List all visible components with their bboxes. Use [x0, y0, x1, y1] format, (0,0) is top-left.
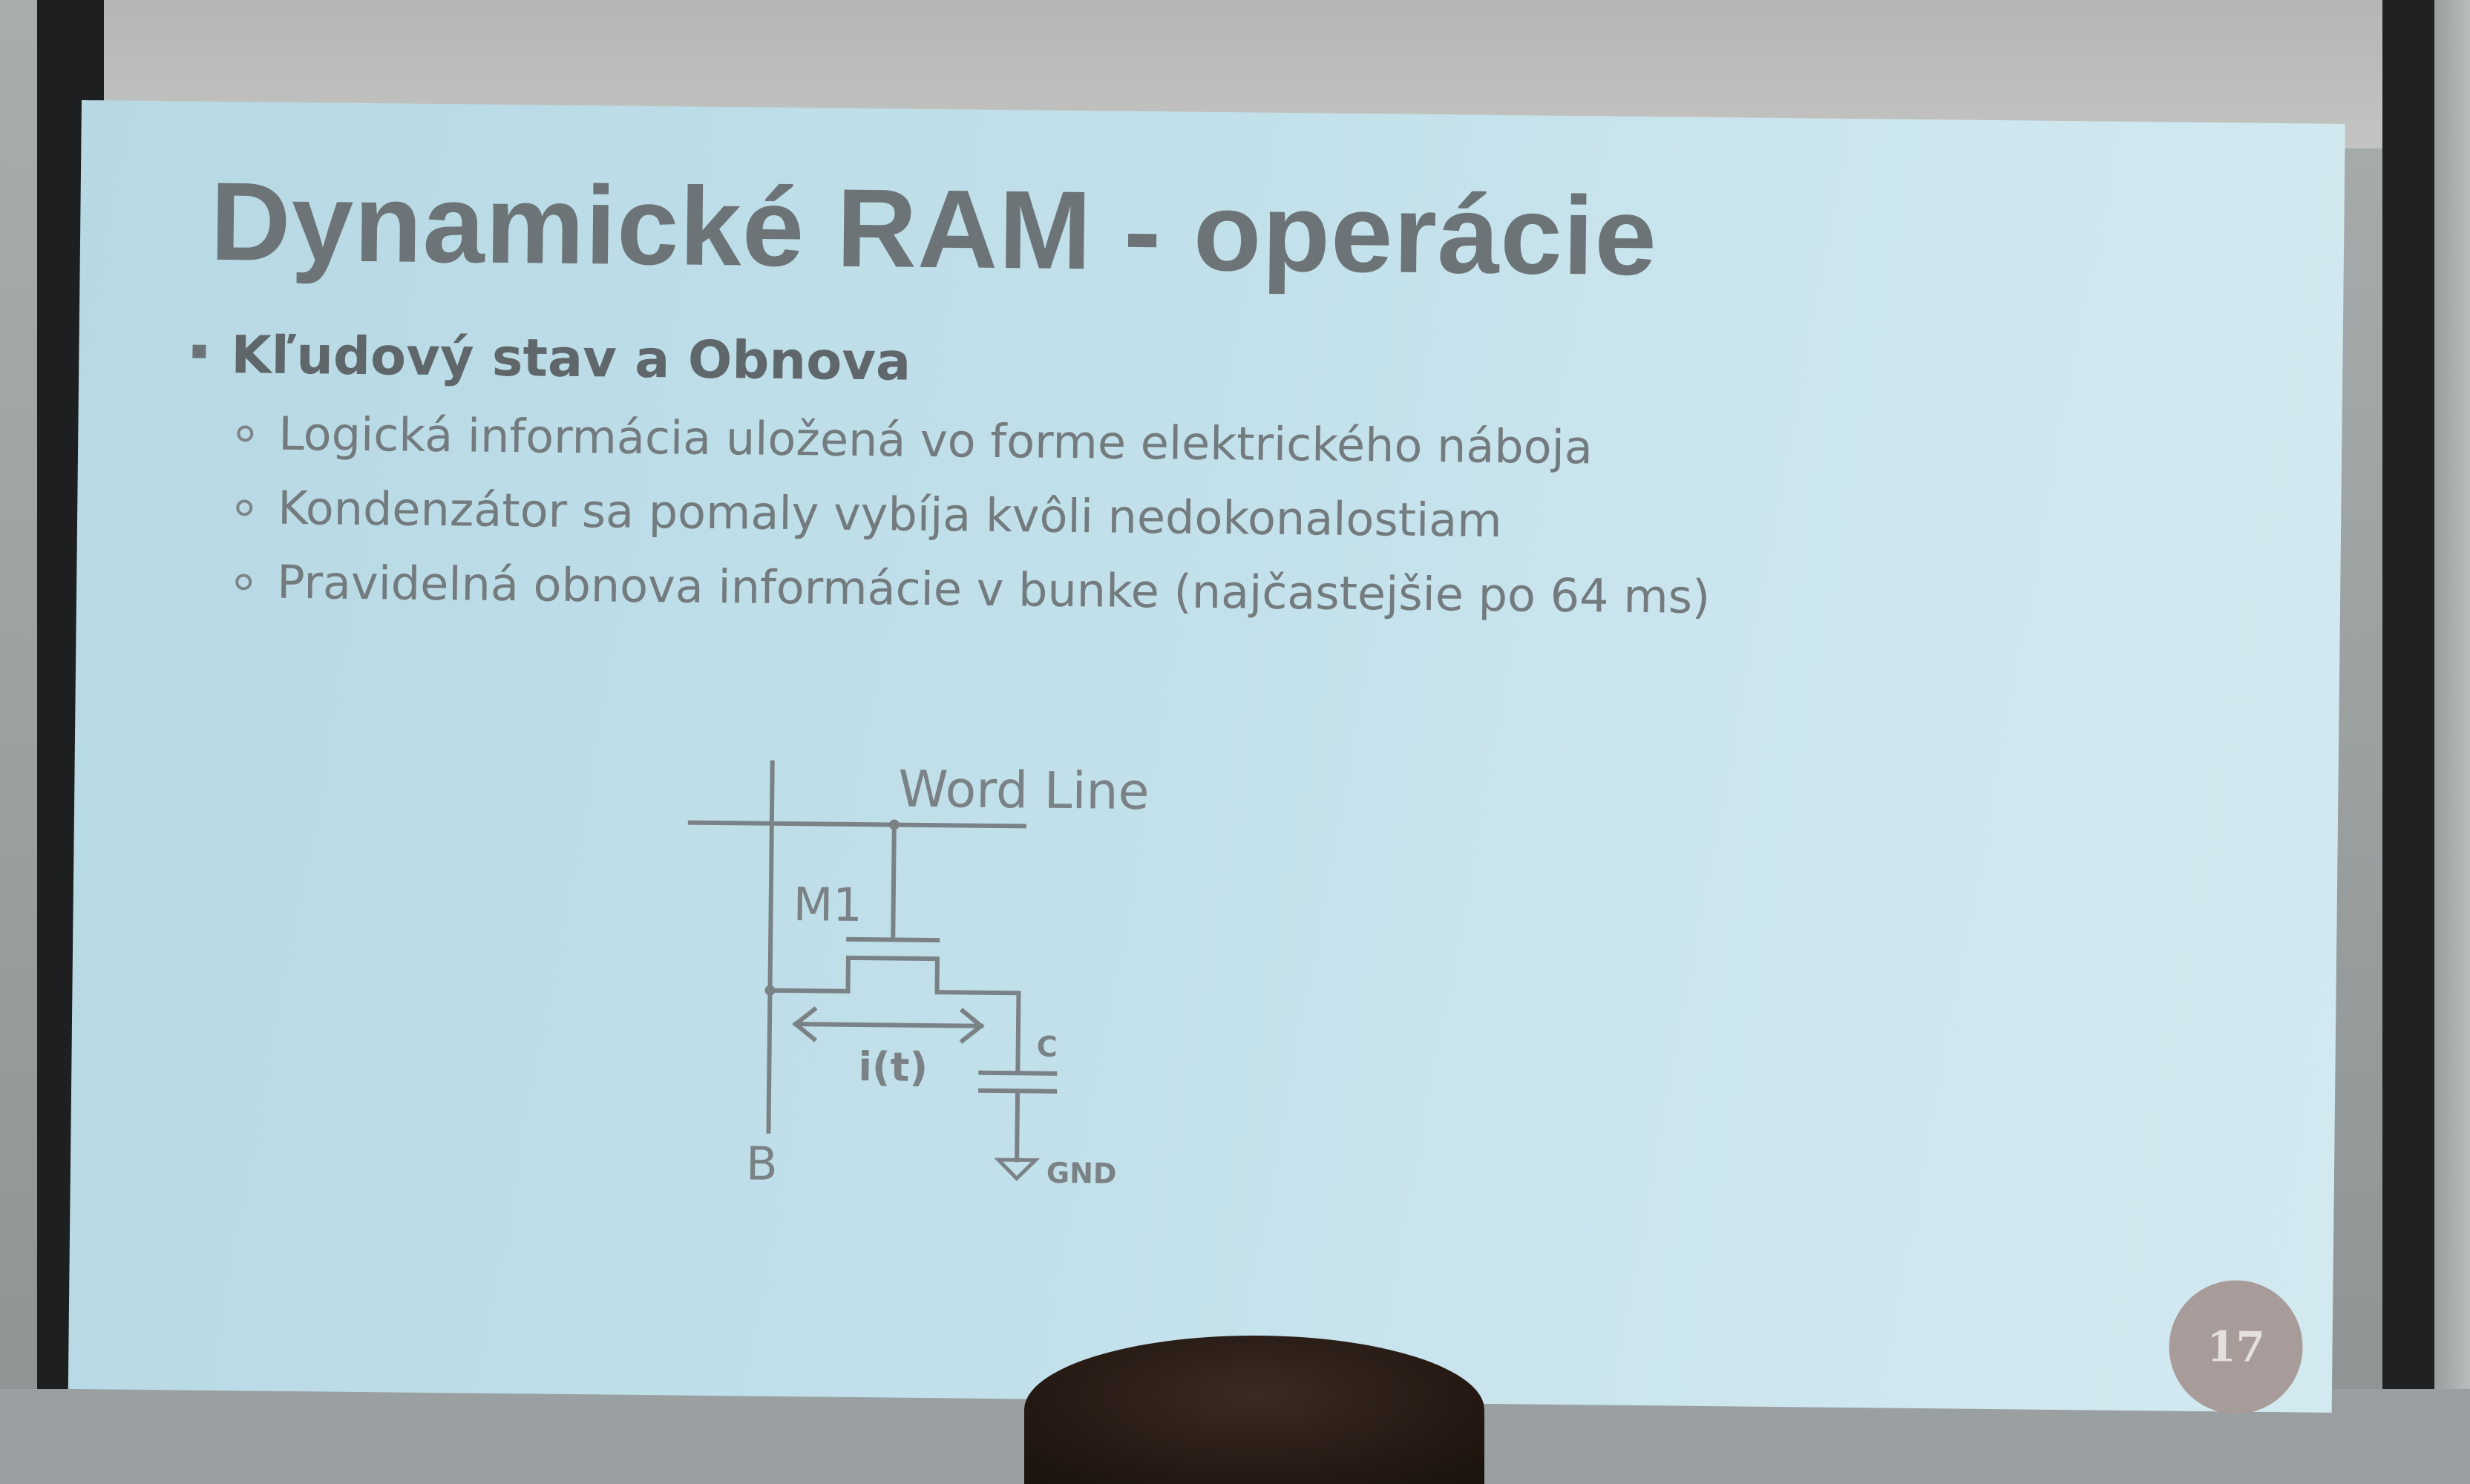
- junction-dot: [764, 985, 776, 996]
- main-bullet: Kľudový stav a Obnova: [192, 324, 911, 393]
- capacitor-label: C: [1036, 1031, 1057, 1063]
- audience-head-silhouette: [1024, 1336, 1484, 1484]
- sub-bullet-text: Logická informácia uložená vo forme elek…: [278, 406, 1593, 475]
- slide-title: Dynamické RAM - operácie: [209, 158, 1658, 299]
- main-bullet-text: Kľudový stav a Obnova: [230, 324, 911, 393]
- current-label: i(t): [858, 1043, 928, 1091]
- current-arrow: [793, 1022, 984, 1028]
- transistor-label: M1: [793, 877, 862, 932]
- projected-slide: Dynamické RAM - operácie Kľudový stav a …: [68, 100, 2345, 1415]
- gate-wire: [891, 822, 897, 942]
- square-bullet-icon: [192, 344, 206, 358]
- gate-plate: [846, 936, 940, 943]
- bit-line-label: B: [746, 1136, 778, 1190]
- ground-wire: [1015, 1089, 1021, 1163]
- word-line-wire: [687, 820, 1026, 829]
- sub-bullet-list: Logická informácia uložená vo forme elek…: [235, 406, 1712, 644]
- dram-cell-circuit-diagram: Word Line M1 i(t) C B GND: [687, 759, 1150, 1191]
- circle-bullet-icon: [236, 499, 253, 516]
- ground-symbol-icon: [994, 1158, 1041, 1181]
- circle-bullet-icon: [235, 574, 252, 591]
- junction-dot: [888, 819, 900, 830]
- page-number-badge: 17: [2168, 1279, 2304, 1415]
- screen-frame-right: [2382, 0, 2434, 1389]
- word-line-label: Word Line: [898, 761, 1150, 822]
- capacitor-plate-top: [978, 1070, 1058, 1076]
- bit-line-wire: [766, 759, 775, 1134]
- ground-label: GND: [1046, 1157, 1117, 1190]
- circle-bullet-icon: [237, 425, 254, 442]
- sub-bullet-item: Pravidelná obnova informácie v bunke (na…: [235, 555, 1711, 644]
